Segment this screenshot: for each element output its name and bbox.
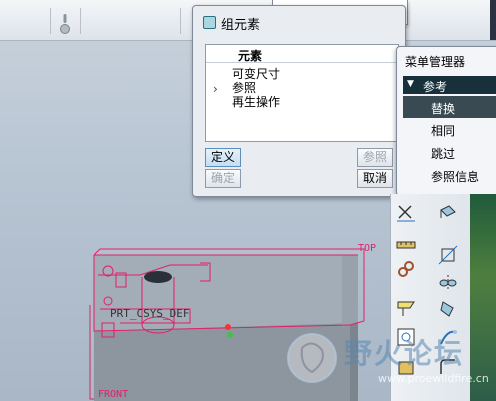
refs-button[interactable]: 参照	[357, 148, 393, 167]
datum-label-csys: PRT_CSYS_DEF	[110, 307, 189, 320]
dialog-title: 组元素	[221, 18, 261, 33]
menu-manager-title: 菜单管理器	[405, 55, 466, 69]
intersect-icon[interactable]	[395, 202, 417, 224]
menu-item-skip[interactable]: 跳过	[403, 141, 496, 163]
menu-item-replace[interactable]: 替换	[403, 96, 496, 118]
menu-item-label: 参照信息	[431, 170, 480, 184]
define-button[interactable]: 定义	[205, 148, 241, 167]
menu-item-label: 跳过	[431, 147, 456, 161]
background-edge	[470, 194, 496, 401]
datum-axis-icon[interactable]	[395, 296, 417, 318]
pin-icon[interactable]	[60, 14, 70, 36]
watermark-url: www.proewildfire.cn	[378, 372, 489, 385]
elements-header-label: 元素	[238, 49, 263, 63]
watermark-text: 野火论坛	[344, 337, 465, 370]
toolbar-separator	[180, 8, 181, 34]
toolbar-separator	[50, 8, 51, 34]
chevron-right-icon[interactable]: ›	[213, 82, 218, 96]
ok-button[interactable]: 确定	[205, 169, 241, 188]
datum-label-front: FRONT	[98, 389, 128, 400]
mirror-icon[interactable]	[437, 272, 459, 294]
datum-plane-icon[interactable]	[437, 244, 459, 266]
elements-header: 元素	[206, 45, 398, 63]
toolbar-separator	[80, 8, 81, 34]
elements-list[interactable]: 元素 › 可变尺寸 参照 再生操作	[205, 44, 399, 142]
datum-label-top: TOP	[358, 243, 376, 254]
edge-strip	[490, 0, 496, 40]
menu-item-label: 替换	[431, 102, 456, 116]
revolve-icon[interactable]	[437, 298, 459, 320]
chain-link-icon[interactable]	[395, 258, 417, 280]
menu-section-label: 参考	[423, 80, 448, 94]
element-item-regen[interactable]: 再生操作	[232, 93, 280, 110]
menu-item-label: 相同	[431, 124, 456, 138]
dialog-app-icon	[203, 16, 216, 29]
triangle-down-icon: ▼	[407, 79, 414, 89]
part-model-view[interactable]: TOP PRT_CSYS_DEF FRONT	[80, 235, 400, 401]
hole-feature	[144, 271, 172, 283]
watermark-logo	[287, 333, 337, 383]
group-elements-dialog: 组元素 元素 › 可变尺寸 参照 再生操作 定义 确定 参照 取消	[192, 5, 406, 197]
cancel-button[interactable]: 取消	[357, 169, 393, 188]
menu-item-same[interactable]: 相同	[403, 118, 496, 140]
menu-section-reference[interactable]: ▼ 参考	[403, 76, 496, 94]
part-top-side	[342, 255, 358, 327]
extrude-icon[interactable]	[437, 202, 459, 224]
menu-manager: 菜单管理器 ▼ 参考 替换 相同 跳过 参照信息	[396, 46, 496, 196]
dialog-title-bar[interactable]: 组元素	[197, 8, 401, 34]
measure-icon[interactable]	[395, 230, 417, 252]
menu-item-ref-info[interactable]: 参照信息	[403, 164, 496, 186]
